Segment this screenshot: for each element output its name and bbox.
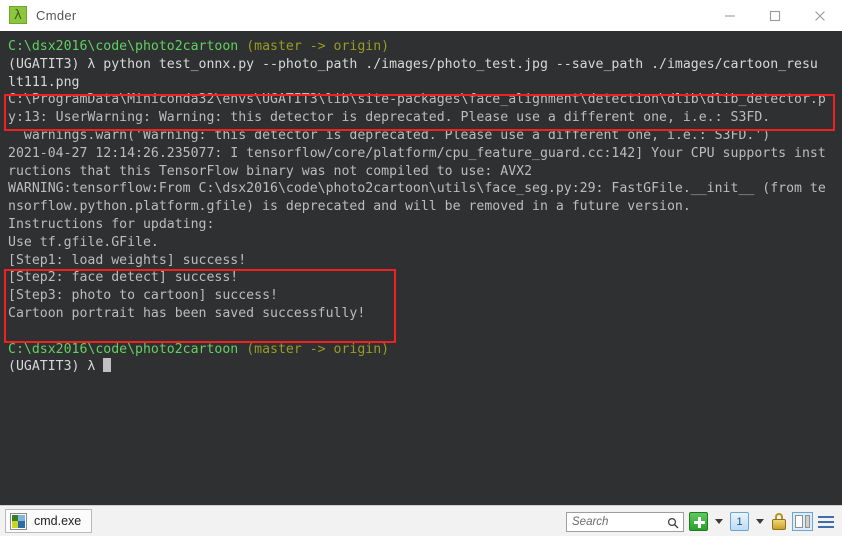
- cmder-window: λ Cmder C:\dsx2016\code\photo2cartoon (m…: [0, 0, 842, 536]
- status-bar-tools: 1: [566, 506, 836, 536]
- console-tab-label: cmd.exe: [34, 514, 82, 528]
- chevron-down-icon: [715, 519, 723, 524]
- terminal-line: y:13: UserWarning: Warning: this detecto…: [8, 109, 842, 127]
- window-controls: [707, 0, 842, 31]
- terminal-line: C:\dsx2016\code\photo2cartoon (master ->…: [8, 38, 842, 56]
- terminal-line: (UGATIT3) λ: [8, 358, 842, 376]
- toggle-panes-button[interactable]: [792, 512, 813, 531]
- cmd-window-icon: [10, 512, 27, 530]
- maximize-button[interactable]: [752, 0, 797, 31]
- active-tab-indicator[interactable]: 1: [730, 512, 749, 531]
- terminal-output[interactable]: C:\dsx2016\code\photo2cartoon (master ->…: [0, 38, 842, 376]
- terminal-text: Instructions for updating:: [8, 216, 215, 232]
- terminal-text: (UGATIT3) λ: [8, 359, 104, 375]
- terminal-text: Cartoon portrait has been saved successf…: [8, 305, 366, 321]
- title-bar[interactable]: λ Cmder: [0, 0, 842, 31]
- terminal-line: [Step1: load weights] success!: [8, 252, 842, 270]
- new-console-button[interactable]: [689, 512, 708, 531]
- terminal-text: nsorflow.python.platform.gfile) is depre…: [8, 199, 691, 215]
- terminal-text: Use tf.gfile.GFile.: [8, 234, 159, 250]
- terminal-text: (master -> origin): [246, 39, 390, 54]
- terminal-line: C:\dsx2016\code\photo2cartoon (master ->…: [8, 341, 842, 359]
- terminal-text: lt111.png: [8, 74, 80, 90]
- terminal-text: ructions that this TensorFlow binary was…: [8, 163, 533, 179]
- status-bar: cmd.exe 1: [0, 505, 842, 536]
- terminal-line: [Step2: face detect] success!: [8, 269, 842, 287]
- terminal-text: [Step2: face detect] success!: [8, 270, 239, 286]
- terminal-text: C:\dsx2016\code\photo2cartoon: [8, 341, 247, 357]
- split-pane-icon: [792, 512, 813, 531]
- new-console-dropdown[interactable]: [713, 519, 725, 524]
- tab-list-dropdown[interactable]: [754, 519, 766, 524]
- tab-number-label: 1: [736, 515, 743, 528]
- close-button[interactable]: [797, 0, 842, 31]
- tab-number-icon: 1: [730, 512, 749, 531]
- terminal-line: Instructions for updating:: [8, 216, 842, 234]
- terminal-text: warnings.warn('Warning: this detector is…: [8, 127, 771, 143]
- terminal-text: (UGATIT3) λ python test_onnx.py --photo_…: [8, 56, 818, 72]
- search-input[interactable]: [572, 515, 668, 528]
- terminal-cursor: [103, 358, 112, 373]
- terminal-text: y:13: UserWarning: Warning: this detecto…: [8, 110, 771, 126]
- terminal-text: [Step1: load weights] success!: [8, 252, 247, 268]
- terminal-line: ructions that this TensorFlow binary was…: [8, 163, 842, 181]
- console-tab-cmd[interactable]: cmd.exe: [5, 509, 93, 533]
- terminal-line: warnings.warn('Warning: this detector is…: [8, 127, 842, 145]
- terminal-text: [Step3: photo to cartoon] success!: [8, 288, 278, 304]
- terminal-line: 2021-04-27 12:14:26.235077: I tensorflow…: [8, 145, 842, 163]
- terminal-text: C:\ProgramData\Miniconda32\envs\UGATIT3\…: [8, 92, 826, 108]
- terminal-line: lt111.png: [8, 74, 842, 92]
- terminal-line: Cartoon portrait has been saved successf…: [8, 305, 842, 323]
- lambda-icon: λ: [9, 6, 27, 24]
- green-plus-icon: [689, 512, 708, 531]
- window-title: Cmder: [36, 7, 77, 23]
- terminal-line: WARNING:tensorflow:From C:\dsx2016\code\…: [8, 180, 842, 198]
- terminal-text: WARNING:tensorflow:From C:\dsx2016\code\…: [8, 181, 826, 197]
- terminal-text: (master -> origin): [246, 341, 390, 357]
- lock-input-button[interactable]: [771, 512, 787, 531]
- terminal-line: nsorflow.python.platform.gfile) is depre…: [8, 198, 842, 216]
- terminal-line: [Step3: photo to cartoon] success!: [8, 287, 842, 305]
- minimize-button[interactable]: [707, 0, 752, 31]
- terminal-line: C:\ProgramData\Miniconda32\envs\UGATIT3\…: [8, 91, 842, 109]
- terminal-panel[interactable]: C:\dsx2016\code\photo2cartoon (master ->…: [0, 31, 842, 505]
- terminal-text: 2021-04-27 12:14:26.235077: I tensorflow…: [8, 145, 826, 161]
- terminal-text: C:\dsx2016\code\photo2cartoon: [8, 39, 247, 54]
- lambda-glyph: λ: [14, 7, 22, 23]
- terminal-line: (UGATIT3) λ python test_onnx.py --photo_…: [8, 56, 842, 74]
- main-menu-button[interactable]: [818, 512, 836, 531]
- magnifier-icon[interactable]: [667, 516, 679, 534]
- terminal-line: Use tf.gfile.GFile.: [8, 234, 842, 252]
- search-box[interactable]: [566, 511, 684, 534]
- lock-icon: [771, 512, 787, 531]
- chevron-down-icon: [756, 519, 764, 524]
- hamburger-menu-icon: [818, 512, 836, 531]
